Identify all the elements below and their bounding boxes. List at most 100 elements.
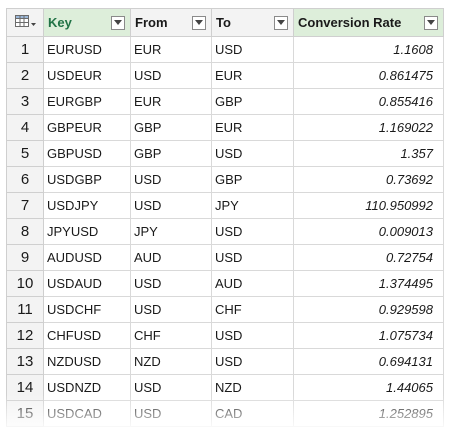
cell-from[interactable]: USD	[130, 374, 212, 401]
cell-key[interactable]: GBPUSD	[43, 140, 131, 167]
cell-conversion-rate[interactable]: 1.169022	[293, 114, 444, 141]
cell-conversion-rate[interactable]: 0.009013	[293, 218, 444, 245]
row-number[interactable]: 12	[6, 322, 44, 349]
cell-from[interactable]: NZD	[130, 348, 212, 375]
cell-from[interactable]: USD	[130, 400, 212, 427]
filter-dropdown-icon[interactable]	[111, 15, 125, 30]
cell-to[interactable]: CAD	[211, 400, 294, 427]
cell-conversion-rate[interactable]: 0.929598	[293, 296, 444, 323]
cell-conversion-rate[interactable]: 1.374495	[293, 270, 444, 297]
row-number[interactable]: 9	[6, 244, 44, 271]
row-number[interactable]: 4	[6, 114, 44, 141]
column-header-conversion-rate[interactable]: Conversion Rate	[293, 8, 444, 37]
cell-conversion-rate[interactable]: 0.694131	[293, 348, 444, 375]
cell-key[interactable]: NZDUSD	[43, 348, 131, 375]
cell-to[interactable]: USD	[211, 140, 294, 167]
cell-to[interactable]: USD	[211, 322, 294, 349]
cell-to[interactable]: USD	[211, 36, 294, 63]
row-number[interactable]: 6	[6, 166, 44, 193]
table-row[interactable]: 8 JPYUSD JPY USD 0.009013	[6, 218, 444, 245]
cell-key[interactable]: EURUSD	[43, 36, 131, 63]
cell-key[interactable]: USDCHF	[43, 296, 131, 323]
cell-from[interactable]: USD	[130, 166, 212, 193]
cell-to[interactable]: GBP	[211, 166, 294, 193]
cell-conversion-rate[interactable]: 0.861475	[293, 62, 444, 89]
column-header-key[interactable]: Key	[43, 8, 131, 37]
filter-dropdown-icon[interactable]	[424, 15, 438, 30]
table-row[interactable]: 4 GBPEUR GBP EUR 1.169022	[6, 114, 444, 141]
cell-from[interactable]: CHF	[130, 322, 212, 349]
cell-from[interactable]: USD	[130, 62, 212, 89]
cell-to[interactable]: EUR	[211, 114, 294, 141]
cell-key[interactable]: JPYUSD	[43, 218, 131, 245]
cell-conversion-rate[interactable]: 1.075734	[293, 322, 444, 349]
cell-conversion-rate[interactable]: 1.44065	[293, 374, 444, 401]
cell-key[interactable]: USDAUD	[43, 270, 131, 297]
row-number[interactable]: 8	[6, 218, 44, 245]
table-row[interactable]: 1 EURUSD EUR USD 1.1608	[6, 36, 444, 63]
column-header-label: Conversion Rate	[298, 15, 402, 30]
table-row[interactable]: 2 USDEUR USD EUR 0.861475	[6, 62, 444, 89]
cell-from[interactable]: USD	[130, 192, 212, 219]
table-row[interactable]: 11 USDCHF USD CHF 0.929598	[6, 296, 444, 323]
cell-from[interactable]: EUR	[130, 36, 212, 63]
table-row[interactable]: 6 USDGBP USD GBP 0.73692	[6, 166, 444, 193]
cell-key[interactable]: CHFUSD	[43, 322, 131, 349]
column-header-to[interactable]: To	[211, 8, 294, 37]
cell-from[interactable]: GBP	[130, 114, 212, 141]
cell-from[interactable]: JPY	[130, 218, 212, 245]
cell-key[interactable]: USDNZD	[43, 374, 131, 401]
cell-to[interactable]: AUD	[211, 270, 294, 297]
table-row[interactable]: 10 USDAUD USD AUD 1.374495	[6, 270, 444, 297]
cell-from[interactable]: AUD	[130, 244, 212, 271]
cell-key[interactable]: USDJPY	[43, 192, 131, 219]
cell-to[interactable]: USD	[211, 244, 294, 271]
row-number[interactable]: 13	[6, 348, 44, 375]
cell-from[interactable]: GBP	[130, 140, 212, 167]
table-row[interactable]: 9 AUDUSD AUD USD 0.72754	[6, 244, 444, 271]
row-number[interactable]: 3	[6, 88, 44, 115]
row-number[interactable]: 15	[6, 400, 44, 427]
filter-dropdown-icon[interactable]	[192, 15, 206, 30]
cell-key[interactable]: USDCAD	[43, 400, 131, 427]
cell-to[interactable]: NZD	[211, 374, 294, 401]
column-header-from[interactable]: From	[130, 8, 212, 37]
cell-key[interactable]: AUDUSD	[43, 244, 131, 271]
cell-conversion-rate[interactable]: 0.855416	[293, 88, 444, 115]
cell-conversion-rate[interactable]: 1.1608	[293, 36, 444, 63]
row-number[interactable]: 7	[6, 192, 44, 219]
cell-conversion-rate[interactable]: 0.73692	[293, 166, 444, 193]
table-row[interactable]: 3 EURGBP EUR GBP 0.855416	[6, 88, 444, 115]
cell-from[interactable]: USD	[130, 270, 212, 297]
table-row[interactable]: 15 USDCAD USD CAD 1.252895	[6, 400, 444, 427]
cell-to[interactable]: USD	[211, 218, 294, 245]
filter-dropdown-icon[interactable]	[274, 15, 288, 30]
cell-conversion-rate[interactable]: 0.72754	[293, 244, 444, 271]
table-corner-button[interactable]	[6, 8, 44, 37]
table-row[interactable]: 12 CHFUSD CHF USD 1.075734	[6, 322, 444, 349]
table-row[interactable]: 7 USDJPY USD JPY 110.950992	[6, 192, 444, 219]
cell-conversion-rate[interactable]: 1.357	[293, 140, 444, 167]
cell-to[interactable]: CHF	[211, 296, 294, 323]
cell-to[interactable]: EUR	[211, 62, 294, 89]
row-number[interactable]: 1	[6, 36, 44, 63]
row-number[interactable]: 10	[6, 270, 44, 297]
cell-conversion-rate[interactable]: 1.252895	[293, 400, 444, 427]
cell-from[interactable]: USD	[130, 296, 212, 323]
cell-key[interactable]: EURGBP	[43, 88, 131, 115]
table-row[interactable]: 5 GBPUSD GBP USD 1.357	[6, 140, 444, 167]
table-row[interactable]: 14 USDNZD USD NZD 1.44065	[6, 374, 444, 401]
cell-from[interactable]: EUR	[130, 88, 212, 115]
cell-to[interactable]: GBP	[211, 88, 294, 115]
cell-key[interactable]: GBPEUR	[43, 114, 131, 141]
cell-key[interactable]: USDGBP	[43, 166, 131, 193]
row-number[interactable]: 11	[6, 296, 44, 323]
row-number[interactable]: 14	[6, 374, 44, 401]
cell-to[interactable]: JPY	[211, 192, 294, 219]
table-row[interactable]: 13 NZDUSD NZD USD 0.694131	[6, 348, 444, 375]
row-number[interactable]: 5	[6, 140, 44, 167]
cell-to[interactable]: USD	[211, 348, 294, 375]
cell-key[interactable]: USDEUR	[43, 62, 131, 89]
row-number[interactable]: 2	[6, 62, 44, 89]
cell-conversion-rate[interactable]: 110.950992	[293, 192, 444, 219]
